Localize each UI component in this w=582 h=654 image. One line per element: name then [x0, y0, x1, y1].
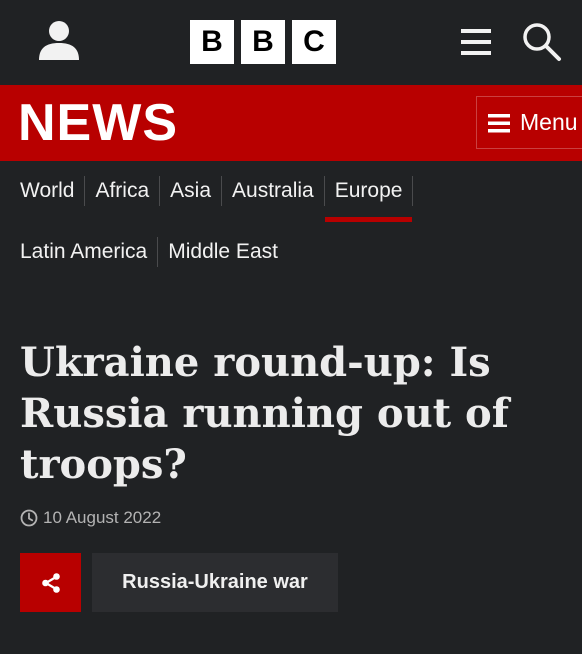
- nav-divider: [412, 176, 414, 206]
- news-banner: NEWS Menu: [0, 85, 582, 161]
- topic-tag-link[interactable]: Russia-Ukraine war: [92, 553, 338, 612]
- bbc-logo-block-3: C: [292, 20, 336, 64]
- bbc-logo-block-1: B: [190, 20, 234, 64]
- bbc-logo-block-2: B: [241, 20, 285, 64]
- nav-item-middle-east[interactable]: Middle East: [158, 222, 288, 282]
- share-icon: [41, 572, 60, 593]
- nav-item-africa[interactable]: Africa: [85, 161, 159, 221]
- article-headline: Ukraine round-up: Is Russia running out …: [20, 339, 509, 488]
- nav-item-world[interactable]: World: [20, 161, 84, 221]
- hamburger-icon: [488, 113, 510, 132]
- nav-item-australia[interactable]: Australia: [222, 161, 324, 221]
- clock-icon: [20, 509, 38, 527]
- account-icon: [39, 21, 79, 60]
- hamburger-icon: [461, 29, 491, 55]
- share-button[interactable]: [20, 553, 81, 612]
- bbc-logo[interactable]: B B C: [190, 20, 336, 64]
- nav-item-asia[interactable]: Asia: [160, 161, 221, 221]
- account-button[interactable]: [36, 18, 82, 64]
- nav-row: World Africa Asia Australia Europe: [20, 161, 414, 222]
- menu-button[interactable]: Menu: [476, 96, 582, 149]
- menu-label: Menu: [520, 109, 578, 135]
- global-header: B B C: [0, 0, 582, 85]
- article-date: 10 August 2022: [43, 508, 162, 527]
- news-logo[interactable]: NEWS: [18, 95, 178, 151]
- search-button[interactable]: [520, 20, 562, 62]
- search-icon: [523, 23, 561, 61]
- article-timestamp: 10 August 2022: [20, 508, 161, 528]
- nav-item-europe[interactable]: Europe: [324, 161, 413, 222]
- nav-row: Latin America Middle East: [20, 222, 288, 282]
- nav-item-latin-america[interactable]: Latin America: [20, 222, 157, 282]
- more-menu-button[interactable]: [458, 24, 494, 60]
